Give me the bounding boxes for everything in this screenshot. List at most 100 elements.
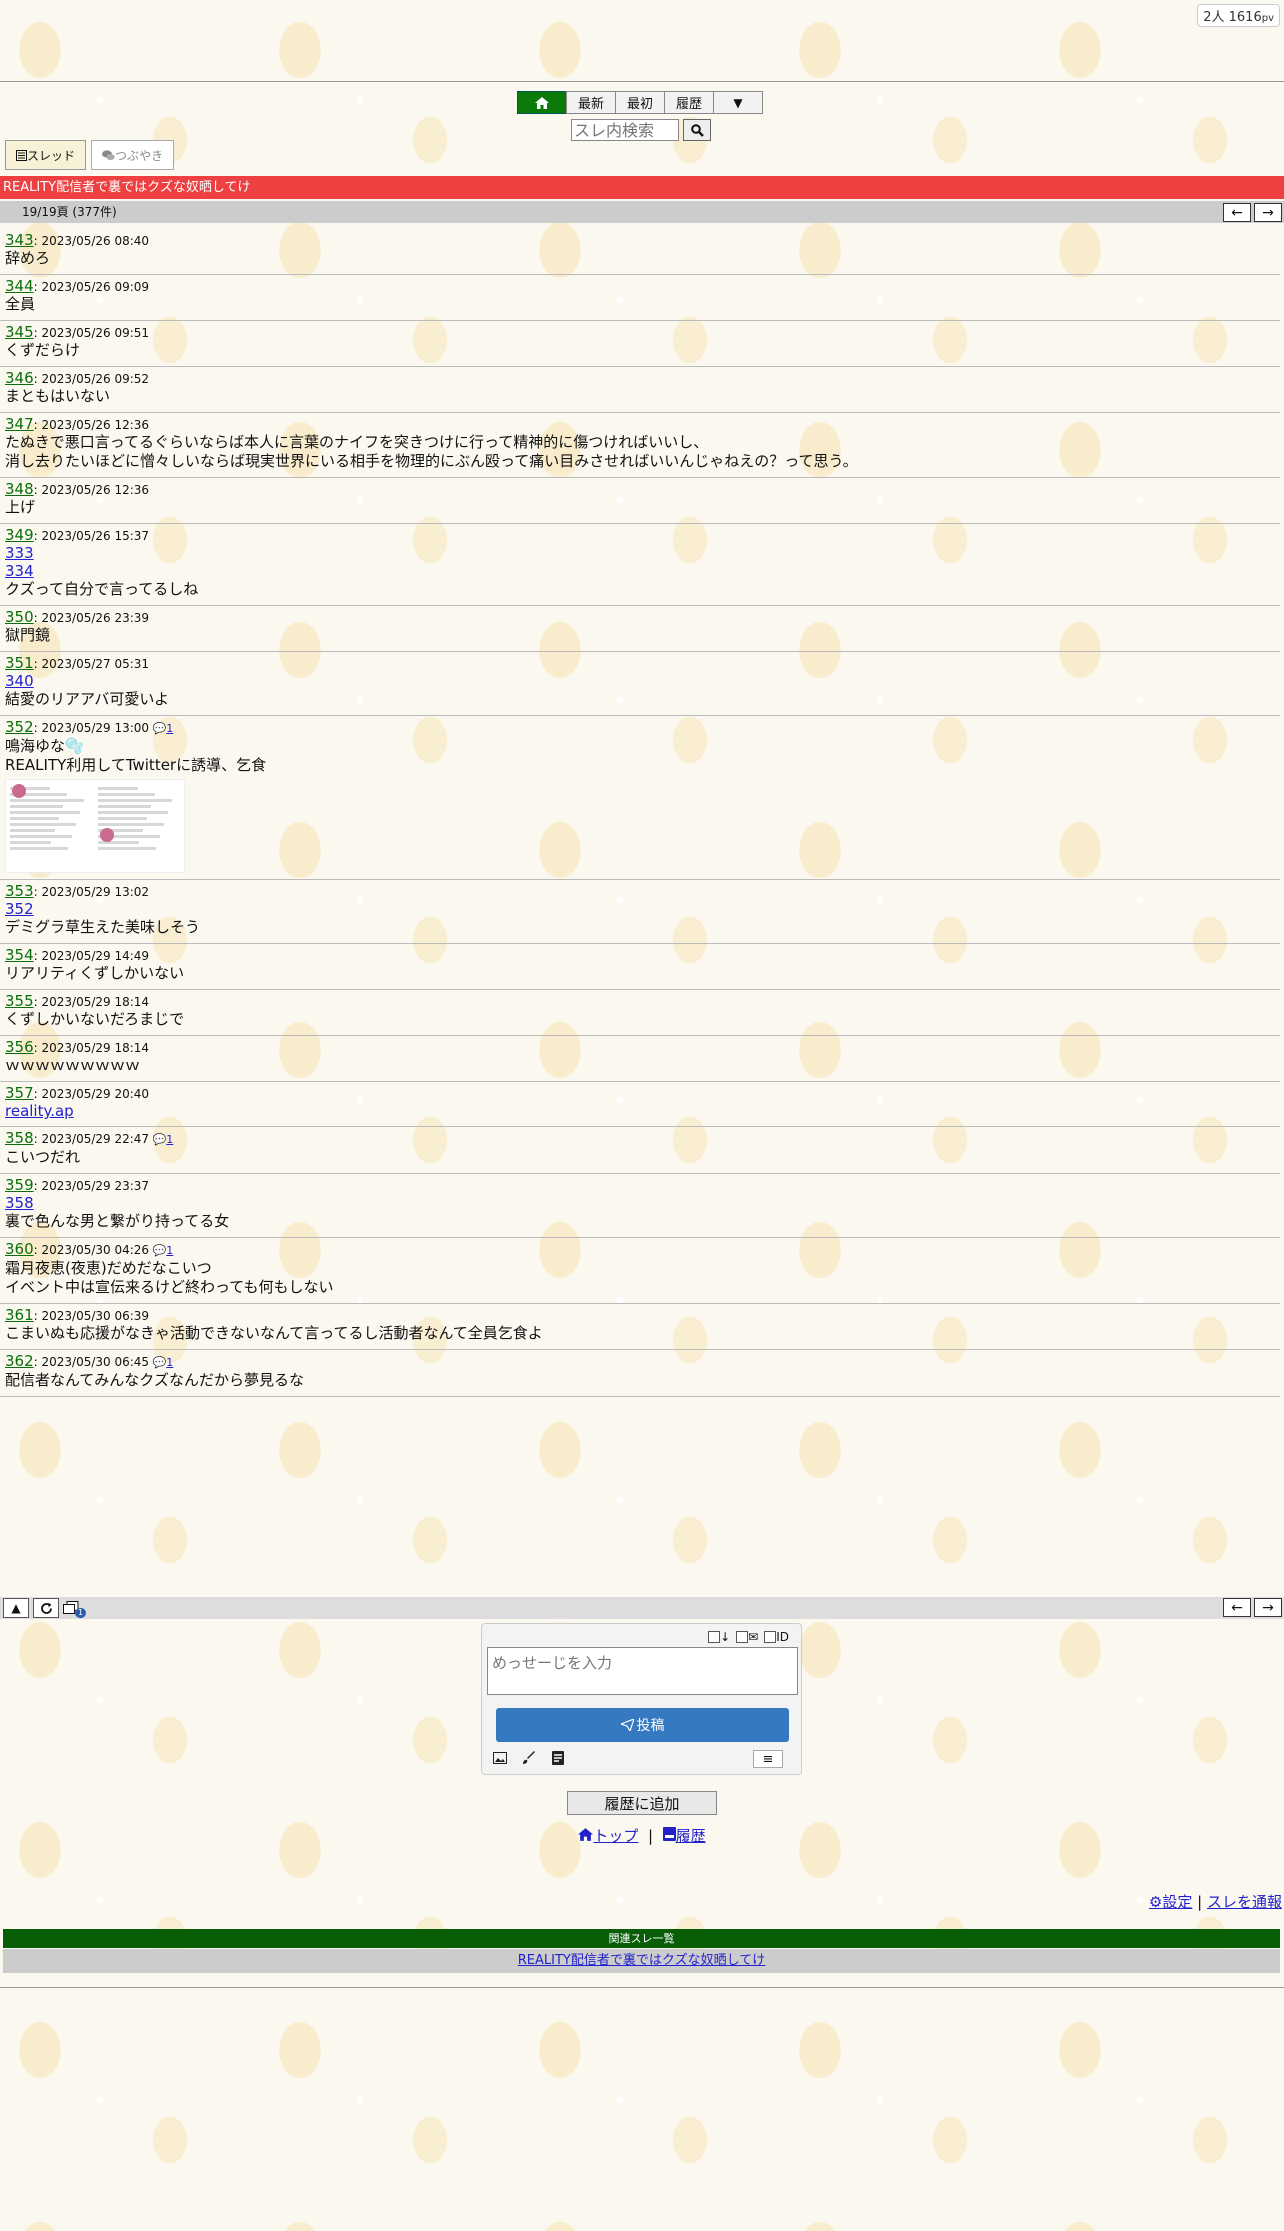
post-number-link[interactable]: 352 — [5, 718, 34, 736]
tab-thread[interactable]: スレッド — [5, 140, 87, 170]
reply-count-link[interactable]: 1 — [166, 1244, 173, 1257]
settings-link[interactable]: ⚙設定 — [1149, 1893, 1192, 1911]
arrow-down-icon: ↓ — [720, 1630, 731, 1644]
related-thread-link[interactable]: REALITY配信者で裏ではクズな奴晒してけ — [518, 1953, 765, 1968]
post-number-link[interactable]: 357 — [5, 1084, 34, 1102]
notification-button[interactable]: 1 — [63, 1598, 89, 1618]
post-reference-link[interactable]: 352 — [5, 900, 1275, 918]
reply-count[interactable]: 💬1 — [149, 1133, 174, 1146]
first-button[interactable]: 最初 — [615, 91, 665, 114]
post-header: 350: 2023/05/26 23:39 — [5, 608, 150, 626]
search-button[interactable] — [683, 119, 711, 141]
post-number-link[interactable]: 343 — [5, 231, 34, 249]
arrow-right-icon: → — [1262, 204, 1274, 221]
reply-count-link[interactable]: 1 — [166, 722, 173, 735]
reply-count[interactable]: 💬1 — [149, 1356, 174, 1369]
post-number-link[interactable]: 361 — [5, 1306, 34, 1324]
image-upload-icon[interactable] — [492, 1750, 508, 1766]
history-link-label: 履歴 — [675, 1827, 706, 1845]
history-button[interactable]: 履歴 — [664, 91, 714, 114]
mail-checkbox[interactable] — [736, 1631, 749, 1643]
report-link[interactable]: スレを通報 — [1207, 1893, 1282, 1911]
post-date: 2023/05/29 14:49 — [41, 949, 150, 963]
home-icon — [578, 1828, 594, 1841]
search-input[interactable] — [571, 119, 679, 141]
reply-count[interactable]: 💬1 — [149, 1244, 174, 1257]
post-header: 345: 2023/05/26 09:51 — [5, 323, 150, 341]
post-body-line: こまいぬも応援がなきゃ活動できないなんて言ってるし活動者なんて全員乞食よ — [5, 1324, 543, 1342]
next-page-button[interactable]: → — [1254, 203, 1282, 222]
thread-search — [571, 119, 711, 141]
post-image-thumbnail[interactable] — [5, 779, 185, 873]
post-date: 2023/05/29 18:14 — [41, 995, 150, 1009]
post-reference-link[interactable]: 334 — [5, 562, 1275, 580]
post-number-link[interactable]: 358 — [5, 1129, 34, 1147]
post-number-link[interactable]: 350 — [5, 608, 34, 626]
post-number-link[interactable]: 349 — [5, 526, 34, 544]
post-header: 353: 2023/05/29 13:02 — [5, 882, 150, 900]
comment-icon: 💬 — [152, 1133, 167, 1146]
add-to-history-button[interactable]: 履歴に追加 — [567, 1791, 717, 1815]
submit-button[interactable]: 投稿 — [496, 1708, 789, 1742]
post-number-link[interactable]: 359 — [5, 1176, 34, 1194]
post-form: ↓ ✉ ID 投稿 ≡ — [481, 1623, 802, 1775]
more-dropdown[interactable]: ▼ — [713, 91, 763, 114]
template-icon[interactable] — [550, 1750, 566, 1766]
post-date: 2023/05/26 15:37 — [41, 529, 150, 543]
id-label: ID — [776, 1630, 789, 1644]
id-checkbox[interactable] — [764, 1631, 777, 1643]
post-number-link[interactable]: 348 — [5, 480, 34, 498]
history-link[interactable]: 履歴 — [662, 1827, 706, 1845]
post-number-link[interactable]: 353 — [5, 882, 34, 900]
brush-icon[interactable] — [521, 1750, 537, 1766]
post-number-link[interactable]: 355 — [5, 992, 34, 1010]
post-header: 361: 2023/05/30 06:39 — [5, 1306, 150, 1324]
post-body-line: くずだらけ — [5, 341, 80, 359]
sage-checkbox[interactable] — [708, 1631, 721, 1643]
post-header: 356: 2023/05/29 18:14 — [5, 1038, 150, 1056]
post-reference-link[interactable]: 333 — [5, 544, 1275, 562]
form-menu-button[interactable]: ≡ — [753, 1750, 783, 1768]
post-body-line: 獄門鏡 — [5, 626, 51, 644]
message-input[interactable] — [487, 1647, 798, 1695]
next-page-button-bottom[interactable]: → — [1254, 1598, 1282, 1617]
settings-separator: | — [1197, 1893, 1203, 1911]
post-reference-link[interactable]: 340 — [5, 672, 1275, 690]
refresh-icon — [40, 1602, 52, 1614]
comments-icon — [102, 149, 115, 160]
post-item: 343: 2023/05/26 08:40 辞めろ — [0, 229, 1280, 275]
arrow-left-icon: ← — [1231, 1599, 1243, 1616]
latest-button[interactable]: 最新 — [566, 91, 616, 114]
reply-count[interactable]: 💬1 — [149, 722, 174, 735]
refresh-button[interactable] — [33, 1598, 59, 1618]
post-date: 2023/05/27 05:31 — [41, 657, 150, 671]
post-number-link[interactable]: 360 — [5, 1240, 34, 1258]
comment-icon: 💬 — [152, 722, 167, 735]
prev-page-button[interactable]: ← — [1223, 203, 1251, 222]
top-link[interactable]: トップ — [578, 1827, 638, 1845]
post-number-link[interactable]: 356 — [5, 1038, 34, 1056]
post-item: 350: 2023/05/26 23:39 獄門鏡 — [0, 606, 1280, 652]
post-number-link[interactable]: 354 — [5, 946, 34, 964]
post-number-link[interactable]: 346 — [5, 369, 34, 387]
prev-page-button-bottom[interactable]: ← — [1223, 1598, 1251, 1617]
tab-tweet[interactable]: つぶやき — [91, 140, 175, 170]
post-reference-link[interactable]: 358 — [5, 1194, 1275, 1212]
post-number-link[interactable]: 362 — [5, 1352, 34, 1370]
post-number-link[interactable]: 344 — [5, 277, 34, 295]
post-number-link[interactable]: 351 — [5, 654, 34, 672]
post-item: 356: 2023/05/29 18:14 ｗｗｗｗｗｗｗｗｗ — [0, 1036, 1280, 1082]
post-body-line: 消し去りたいほどに憎々しいならば現実世界にいる相手を物理的にぶん殴って痛い目みさ… — [5, 452, 858, 470]
reply-count-link[interactable]: 1 — [166, 1356, 173, 1369]
post-item: 349: 2023/05/26 15:37 333 334 クズって自分で言ってるしね — [0, 524, 1280, 606]
scroll-top-button[interactable]: ▲ — [3, 1598, 29, 1618]
home-button[interactable] — [517, 91, 567, 114]
reply-count-link[interactable]: 1 — [166, 1133, 173, 1146]
post-date: 2023/05/29 13:00 — [41, 721, 150, 735]
envelope-icon: ✉ — [748, 1630, 759, 1644]
thread-nav: 最新 最初 履歴 ▼ — [517, 91, 763, 114]
post-header: 348: 2023/05/26 12:36 — [5, 480, 150, 498]
post-number-link[interactable]: 347 — [5, 415, 34, 433]
post-number-link[interactable]: 345 — [5, 323, 34, 341]
external-link[interactable]: reality.ap — [5, 1102, 1275, 1120]
